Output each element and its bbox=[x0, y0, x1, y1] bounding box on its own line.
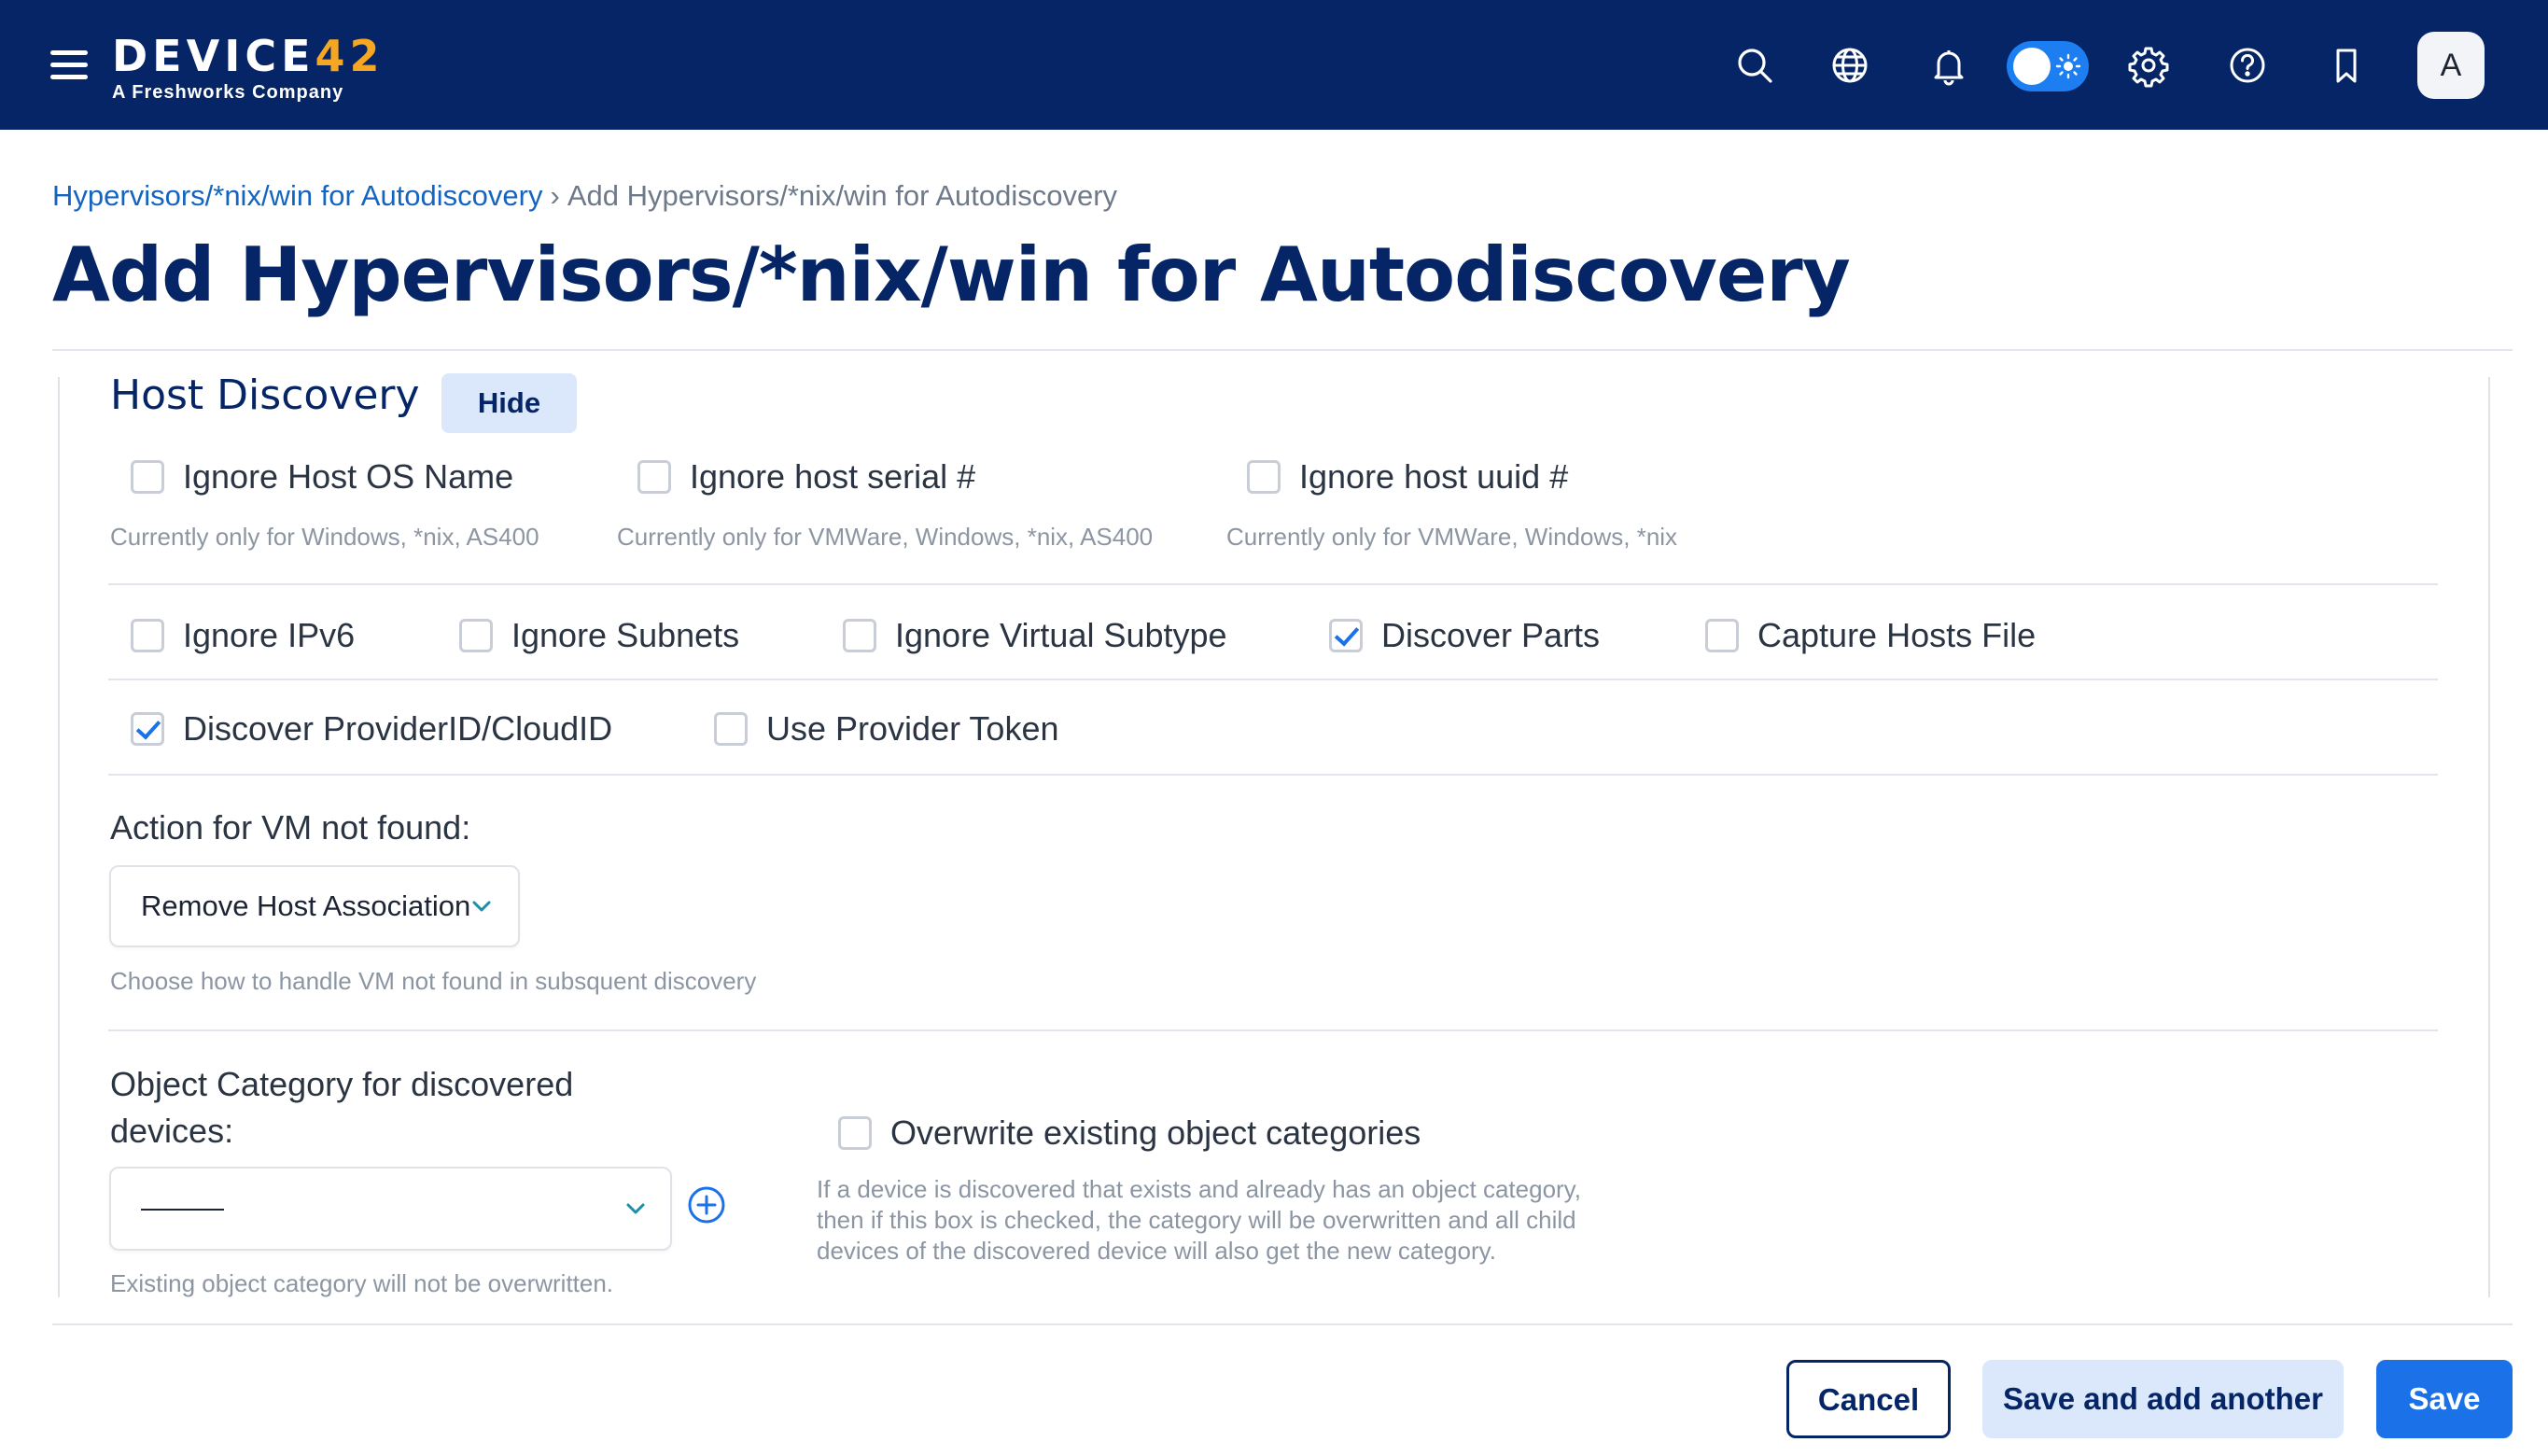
option-label: Discover ProviderID/CloudID bbox=[183, 709, 613, 748]
checkbox[interactable] bbox=[131, 619, 164, 652]
option-label: Overwrite existing object categories bbox=[890, 1113, 1421, 1152]
object-category-label-line2: devices: bbox=[110, 1112, 234, 1150]
option-label: Discover Parts bbox=[1381, 616, 1601, 654]
header-divider bbox=[52, 349, 2513, 351]
checkbox-checked[interactable] bbox=[1329, 619, 1363, 652]
cancel-button[interactable]: Cancel bbox=[1786, 1360, 1951, 1438]
option-ignore-host-os-name[interactable]: Ignore Host OS Name bbox=[131, 457, 513, 497]
object-category-label: Object Category for discovered devices: bbox=[110, 1061, 573, 1155]
chevron-down-icon bbox=[626, 1203, 645, 1214]
row-divider bbox=[108, 774, 2438, 776]
overwrite-hint: If a device is discovered that exists an… bbox=[817, 1175, 1581, 1265]
object-category-selected-value: ——— bbox=[141, 1191, 224, 1224]
option-use-provider-token[interactable]: Use Provider Token bbox=[714, 709, 1059, 749]
option-label: Ignore IPv6 bbox=[183, 616, 356, 654]
object-category-select[interactable]: ——— bbox=[109, 1167, 672, 1251]
option-ignore-host-serial[interactable]: Ignore host serial # bbox=[637, 457, 975, 497]
save-button[interactable]: Save bbox=[2376, 1360, 2513, 1438]
option-label: Use Provider Token bbox=[766, 709, 1059, 748]
sun-icon bbox=[2055, 53, 2081, 79]
vm-action-select[interactable]: Remove Host Association bbox=[109, 865, 520, 947]
logo-main-text: DEVICE bbox=[112, 31, 315, 81]
option-hint: Currently only for VMWare, Windows, *nix… bbox=[617, 523, 1154, 551]
save-and-add-another-button[interactable]: Save and add another bbox=[1982, 1360, 2344, 1438]
hide-button[interactable]: Hide bbox=[441, 373, 577, 433]
panel-border-right bbox=[2488, 377, 2490, 1297]
option-hint: Currently only for VMWare, Windows, *nix bbox=[1226, 523, 1678, 551]
menu-icon[interactable] bbox=[50, 49, 90, 80]
option-discover-provider-id[interactable]: Discover ProviderID/CloudID bbox=[131, 709, 612, 749]
logo-accent-text: 42 bbox=[315, 31, 385, 81]
globe-icon[interactable] bbox=[1827, 43, 1872, 88]
object-category-hint: Existing object category will not be ove… bbox=[110, 1269, 614, 1297]
checkbox[interactable] bbox=[714, 712, 748, 746]
help-icon[interactable] bbox=[2225, 43, 2270, 88]
breadcrumb-current: Add Hypervisors/*nix/win for Autodiscove… bbox=[567, 179, 1118, 212]
avatar[interactable]: A bbox=[2417, 32, 2485, 99]
toggle-knob bbox=[2013, 48, 2051, 85]
row-divider bbox=[108, 679, 2438, 680]
checkbox[interactable] bbox=[459, 619, 493, 652]
option-hint: Currently only for Windows, *nix, AS400 bbox=[110, 523, 539, 551]
breadcrumb-parent-link[interactable]: Hypervisors/*nix/win for Autodiscovery bbox=[52, 179, 542, 212]
top-nav-bar: DEVICE42 A Freshworks Company A bbox=[0, 0, 2548, 130]
option-overwrite-categories[interactable]: Overwrite existing object categories bbox=[838, 1113, 1421, 1153]
option-ignore-host-uuid[interactable]: Ignore host uuid # bbox=[1247, 457, 1568, 497]
checkbox[interactable] bbox=[843, 619, 876, 652]
option-discover-parts[interactable]: Discover Parts bbox=[1329, 616, 1600, 655]
bell-icon[interactable] bbox=[1926, 43, 1971, 88]
logo-subtitle: A Freshworks Company bbox=[112, 82, 344, 103]
panel-border-left bbox=[58, 377, 60, 1297]
vm-action-selected-value: Remove Host Association bbox=[141, 889, 471, 922]
gear-icon[interactable] bbox=[2126, 43, 2171, 88]
row-divider bbox=[108, 583, 2438, 585]
vm-action-label: Action for VM not found: bbox=[110, 808, 471, 847]
checkbox[interactable] bbox=[1705, 619, 1739, 652]
checkbox[interactable] bbox=[838, 1116, 872, 1150]
search-icon[interactable] bbox=[1732, 43, 1777, 88]
page-title: Add Hypervisors/*nix/win for Autodiscove… bbox=[52, 231, 1851, 318]
option-ignore-ipv6[interactable]: Ignore IPv6 bbox=[131, 616, 355, 655]
logo[interactable]: DEVICE42 A Freshworks Company bbox=[112, 32, 385, 104]
checkbox-checked[interactable] bbox=[131, 712, 164, 746]
checkbox[interactable] bbox=[637, 460, 671, 494]
chevron-down-icon bbox=[472, 901, 491, 912]
option-ignore-virtual-subtype[interactable]: Ignore Virtual Subtype bbox=[843, 616, 1227, 655]
theme-toggle[interactable] bbox=[2007, 41, 2089, 91]
bookmark-icon[interactable] bbox=[2324, 43, 2369, 88]
option-label: Capture Hosts File bbox=[1757, 616, 2037, 654]
breadcrumb-separator: › bbox=[550, 179, 560, 212]
checkbox[interactable] bbox=[1247, 460, 1281, 494]
option-label: Ignore host uuid # bbox=[1299, 457, 1569, 496]
option-ignore-subnets[interactable]: Ignore Subnets bbox=[459, 616, 739, 655]
option-label: Ignore host serial # bbox=[690, 457, 976, 496]
vm-action-hint: Choose how to handle VM not found in sub… bbox=[110, 967, 757, 995]
option-label: Ignore Virtual Subtype bbox=[895, 616, 1227, 654]
footer-divider bbox=[52, 1323, 2513, 1325]
add-category-icon[interactable] bbox=[687, 1185, 726, 1225]
checkbox[interactable] bbox=[131, 460, 164, 494]
option-label: Ignore Subnets bbox=[511, 616, 740, 654]
row-divider bbox=[108, 1029, 2438, 1031]
object-category-label-line1: Object Category for discovered bbox=[110, 1065, 574, 1103]
option-capture-hosts-file[interactable]: Capture Hosts File bbox=[1705, 616, 2036, 655]
section-title: Host Discovery bbox=[110, 371, 420, 419]
breadcrumb: Hypervisors/*nix/win for Autodiscovery › A… bbox=[52, 179, 1117, 213]
option-label: Ignore Host OS Name bbox=[183, 457, 514, 496]
